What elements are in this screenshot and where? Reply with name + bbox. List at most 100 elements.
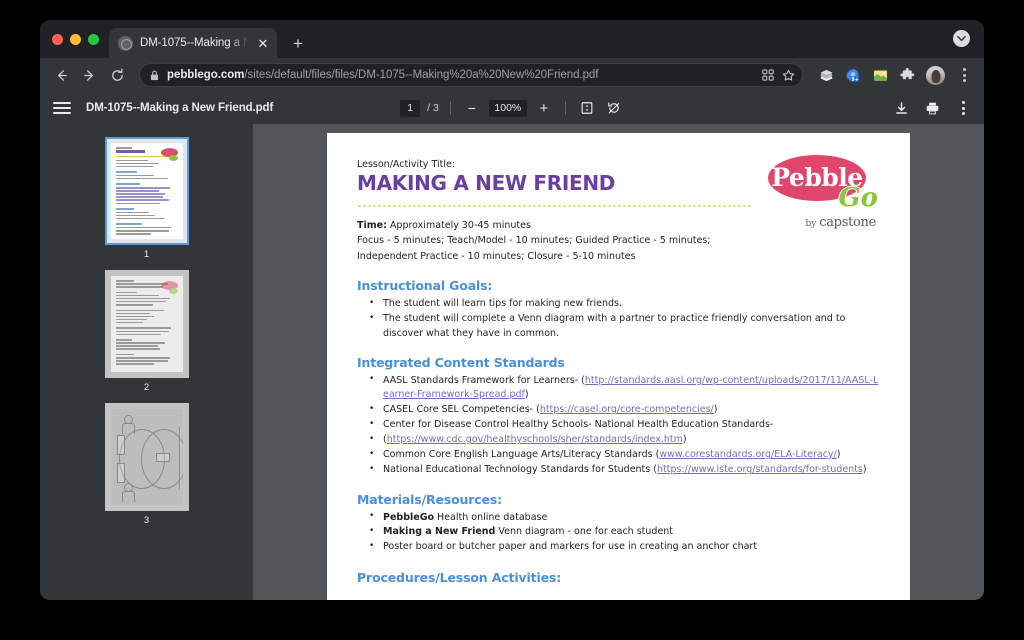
extension-badge: 9+	[851, 77, 858, 83]
pdf-actions	[892, 99, 972, 117]
fit-to-page-icon[interactable]	[577, 98, 597, 118]
page-thumbnail-1[interactable]	[105, 137, 189, 245]
time-line-2: Focus - 5 minutes; Teach/Model - 10 minu…	[357, 233, 880, 248]
tab-strip: DM-1075--Making a New Frien ✕ +	[40, 20, 984, 58]
standard-suffix: )	[863, 464, 867, 475]
standard-link[interactable]: https://www.iste.org/standards/for-stude…	[657, 464, 863, 475]
reload-button[interactable]	[104, 62, 130, 88]
pebblego-logo: Pebble Go by capstone	[768, 155, 880, 235]
maximize-window-button[interactable]	[88, 34, 99, 45]
rotate-icon[interactable]	[604, 98, 624, 118]
list-item: Poster board or butcher paper and marker…	[363, 540, 880, 554]
standard-suffix: )	[683, 434, 687, 445]
thumbnail-item[interactable]: 2	[105, 270, 189, 393]
list-item: The student will learn tips for making n…	[363, 297, 880, 311]
integrated-content-standards-heading: Integrated Content Standards	[357, 355, 880, 370]
material-bold: Making a New Friend	[383, 526, 495, 537]
pdf-viewer: DM-1075--Making a New Friend.pdf 1 / 3 −…	[40, 92, 984, 600]
list-item: National Educational Technology Standard…	[363, 463, 880, 477]
avatar[interactable]	[926, 66, 945, 85]
print-icon[interactable]	[923, 99, 941, 117]
back-button[interactable]	[48, 62, 74, 88]
page-scroll-area[interactable]: Pebble Go by capstone Lesson/Activity Ti…	[253, 124, 984, 600]
lock-icon	[150, 70, 159, 81]
thumbnail-number: 1	[144, 249, 149, 260]
standard-suffix: )	[714, 404, 718, 415]
sidebar-toggle-icon[interactable]	[50, 96, 74, 120]
close-tab-button[interactable]: ✕	[255, 35, 271, 51]
page-number-input[interactable]: 1	[400, 100, 420, 117]
material-text: Venn diagram - one for each student	[495, 526, 673, 537]
logo-capstone-text: capstone	[819, 215, 876, 230]
standard-text: CASEL Core SEL Competencies- (	[383, 404, 540, 415]
browser-tab[interactable]: DM-1075--Making a New Frien ✕	[109, 28, 277, 58]
more-options-icon[interactable]	[954, 99, 972, 117]
list-item: Making a New Friend Venn diagram - one f…	[363, 525, 880, 539]
time-line-3: Independent Practice - 10 minutes; Closu…	[357, 249, 880, 264]
zoom-level-label[interactable]: 100%	[489, 100, 527, 117]
bookmark-star-icon[interactable]	[778, 65, 798, 85]
standard-link[interactable]: https://www.cdc.gov/healthyschools/sher/…	[387, 434, 683, 445]
time-value: Approximately 30-45 minutes	[387, 220, 531, 231]
logo-by-prefix: by	[806, 219, 820, 229]
thumbnail-number: 3	[144, 515, 149, 526]
list-item: CASEL Core SEL Competencies- (https://ca…	[363, 403, 880, 417]
tab-title: DM-1075--Making a New Frien	[140, 37, 248, 49]
pebblego-logo-mini	[161, 148, 178, 157]
tab-search-button[interactable]	[953, 30, 970, 47]
list-item: (https://www.cdc.gov/healthyschools/sher…	[363, 433, 880, 447]
window-controls	[50, 20, 109, 58]
page-thumbnail-3[interactable]	[105, 403, 189, 511]
list-item: The student will complete a Venn diagram…	[363, 312, 880, 341]
divider	[450, 101, 451, 115]
close-window-button[interactable]	[52, 34, 63, 45]
navigation-bar: pebblego.com/sites/default/files/files/D…	[40, 58, 984, 92]
thumbnail-number: 2	[144, 382, 149, 393]
pdf-toolbar: DM-1075--Making a New Friend.pdf 1 / 3 −…	[40, 92, 984, 124]
gear-extension-icon[interactable]: 9+	[843, 65, 863, 85]
browser-window: DM-1075--Making a New Frien ✕ + pebblego…	[40, 20, 984, 600]
venn-diagram-preview	[111, 409, 183, 505]
divider	[565, 101, 566, 115]
thumbnail-item[interactable]: 1	[105, 137, 189, 260]
zoom-in-button[interactable]: +	[534, 98, 554, 118]
thumbnail-item[interactable]: 3	[105, 403, 189, 526]
thumbnail-sidebar[interactable]: 1	[40, 124, 253, 600]
viewer-body: 1	[40, 124, 984, 600]
minimize-window-button[interactable]	[70, 34, 81, 45]
url-text: pebblego.com/sites/default/files/files/D…	[167, 69, 758, 81]
note-extension-icon[interactable]	[870, 65, 890, 85]
standard-suffix: )	[837, 449, 841, 460]
instructional-goals-heading: Instructional Goals:	[357, 278, 880, 293]
logo-go-text: Go	[838, 183, 878, 213]
standard-text: Center for Disease Control Healthy Schoo…	[383, 419, 773, 430]
address-bar[interactable]: pebblego.com/sites/default/files/files/D…	[139, 63, 803, 87]
puzzle-extensions-icon[interactable]	[897, 65, 917, 85]
url-path: /sites/default/files/files/DM-1075--Maki…	[244, 69, 598, 81]
materials-resources-heading: Materials/Resources:	[357, 492, 880, 507]
standard-suffix: )	[525, 389, 529, 400]
materials-list: PebbleGo Health online database Making a…	[363, 511, 880, 555]
zoom-out-button[interactable]: −	[462, 98, 482, 118]
standard-text: Common Core English Language Arts/Litera…	[383, 449, 659, 460]
qr-code-icon[interactable]	[758, 65, 778, 85]
globe-icon	[118, 36, 133, 51]
standards-list: AASL Standards Framework for Learners- (…	[363, 374, 880, 478]
page-count-label: / 3	[427, 102, 439, 114]
time-label: Time:	[357, 220, 387, 231]
standard-text: National Educational Technology Standard…	[383, 464, 657, 475]
pebblego-logo-mini	[161, 281, 178, 290]
page-thumbnail-2[interactable]	[105, 270, 189, 378]
procedures-lesson-activities-heading: Procedures/Lesson Activities:	[357, 570, 880, 585]
url-domain: pebblego.com	[167, 69, 244, 81]
layers-extension-icon[interactable]	[816, 65, 836, 85]
standard-link[interactable]: www.corestandards.org/ELA-Literacy/	[659, 449, 836, 460]
download-icon[interactable]	[892, 99, 910, 117]
browser-menu-icon[interactable]	[954, 65, 974, 85]
forward-button[interactable]	[76, 62, 102, 88]
new-tab-button[interactable]: +	[285, 30, 311, 56]
list-item: AASL Standards Framework for Learners- (…	[363, 374, 880, 403]
pdf-page-1: Pebble Go by capstone Lesson/Activity Ti…	[327, 133, 910, 600]
standard-link[interactable]: https://casel.org/core-competencies/	[540, 404, 714, 415]
list-item: PebbleGo Health online database	[363, 511, 880, 525]
